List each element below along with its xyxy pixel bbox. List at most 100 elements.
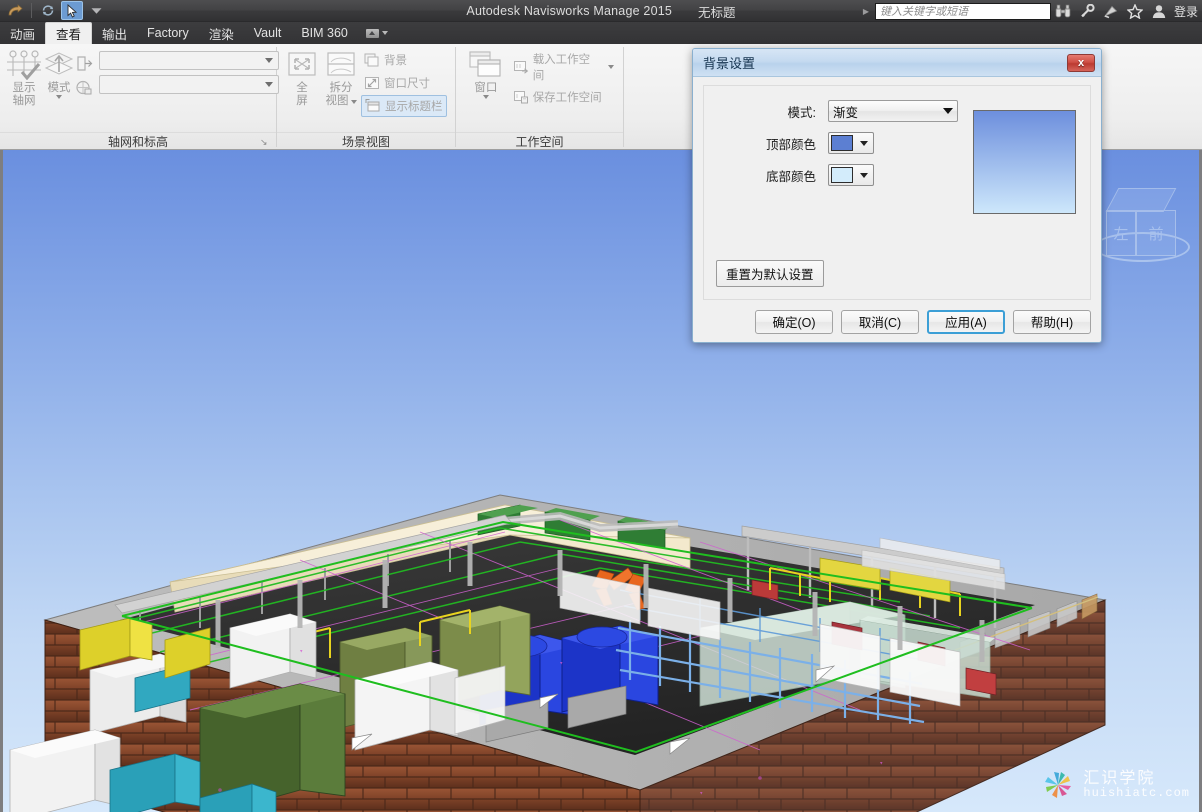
level-above-icon[interactable]	[76, 55, 93, 72]
background-icon	[364, 52, 380, 68]
level-above-combo-arrow-icon	[265, 58, 273, 63]
load-workspace-button[interactable]: 载入工作空间	[510, 54, 617, 82]
grids-levels-dialog-launcher-icon[interactable]: ↘	[260, 137, 270, 147]
user-icon[interactable]	[1147, 0, 1171, 22]
grid-display-button[interactable]: 显示 轴网	[6, 48, 42, 108]
top-color-chevron-down-icon[interactable]	[860, 140, 868, 146]
tab-bim360[interactable]: BIM 360	[291, 22, 358, 44]
background-preview	[973, 110, 1076, 214]
grid-mode-button[interactable]: 模式	[42, 48, 76, 99]
top-color-label: 顶部颜色	[765, 137, 816, 152]
chevron-down-icon	[943, 108, 953, 114]
background-label: 背景	[384, 55, 407, 67]
apply-button[interactable]: 应用(A)	[927, 309, 1005, 334]
level-above-combo[interactable]	[99, 51, 279, 70]
mode-label: 模式:	[787, 105, 816, 120]
ribbon-minimize-icon	[365, 28, 379, 38]
windows-dropdown-icon[interactable]	[482, 95, 489, 99]
dialog-footer: 确定(O) 取消(C) 应用(A) 帮助(H)	[703, 300, 1091, 334]
bottom-color-chevron-down-icon[interactable]	[860, 172, 868, 178]
windows-button[interactable]: 窗口	[462, 48, 510, 99]
tab-view[interactable]: 查看	[45, 22, 93, 44]
key-icon[interactable]	[1075, 0, 1099, 22]
level-below-icon[interactable]	[76, 79, 93, 96]
tab-vault[interactable]: Vault	[244, 22, 292, 44]
document-title: 无标题	[698, 5, 736, 20]
reset-defaults-button[interactable]: 重置为默认设置	[716, 260, 824, 287]
ribbon-group-workspace: 窗口 载入工作空间 保存工作空间 工作空间	[456, 44, 623, 150]
infocenter: ▶ 键入关键字或短语 登录	[861, 0, 1202, 22]
show-title-bar-button[interactable]: 显示标题栏	[361, 95, 447, 117]
tab-factory[interactable]: Factory	[137, 22, 199, 44]
binoculars-icon[interactable]	[1051, 0, 1075, 22]
search-input[interactable]: 键入关键字或短语	[874, 2, 1051, 20]
view-cube-face-top[interactable]	[1105, 188, 1177, 212]
grid-display-icon	[6, 50, 42, 80]
grid-mode-icon	[42, 50, 76, 80]
close-icon[interactable]: x	[1067, 53, 1095, 72]
split-view-label-2: 视图	[325, 95, 349, 107]
qat-dropdown-icon[interactable]	[85, 1, 107, 20]
workspace-label-text: 工作空间	[515, 135, 564, 149]
fullscreen-button[interactable]: 全 屏	[283, 48, 321, 108]
grid-mode-dropdown-icon[interactable]	[56, 95, 62, 99]
ok-button[interactable]: 确定(O)	[755, 309, 833, 334]
watermark-en: huishiatc.com	[1083, 786, 1190, 801]
top-color-picker[interactable]	[828, 132, 874, 154]
tab-output[interactable]: 输出	[92, 22, 137, 44]
view-cube[interactable]: 左 前	[1088, 174, 1196, 286]
tab-animation[interactable]: 动画	[0, 22, 45, 44]
save-workspace-icon	[513, 89, 529, 105]
application-title: Autodesk Navisworks Manage 2015	[466, 4, 673, 18]
view-cube-face-left[interactable]: 左	[1106, 210, 1136, 256]
load-workspace-label: 载入工作空间	[532, 54, 591, 82]
ribbon-group-grids-levels: 显示 轴网 模式 轴网和标高 ↘	[0, 44, 279, 150]
tab-render[interactable]: 渲染	[199, 22, 244, 44]
grid-display-label-2: 轴网	[12, 95, 36, 107]
load-workspace-dropdown-icon[interactable]	[608, 65, 614, 69]
watermark-cn: 汇识学院	[1083, 769, 1156, 787]
mode-select[interactable]: 渐变	[828, 100, 958, 122]
ribbon-minimize-chevron-icon	[381, 31, 388, 35]
windows-icon	[467, 50, 505, 80]
show-title-bar-icon	[365, 98, 381, 114]
signin-label[interactable]: 登录	[1171, 3, 1200, 20]
view-cube-body[interactable]: 左 前	[1105, 188, 1177, 258]
bottom-color-label: 底部颜色	[765, 169, 816, 184]
view-cube-face-front[interactable]: 前	[1136, 210, 1176, 256]
dialog-title-bar[interactable]: 背景设置 x	[693, 49, 1101, 77]
ribbon-group-label-scene-view: 场景视图	[277, 132, 455, 150]
ribbon-group-label-workspace: 工作空间	[456, 132, 623, 150]
qat-separator-1	[31, 3, 32, 18]
background-button[interactable]: 背景	[361, 49, 447, 71]
top-color-swatch	[831, 135, 853, 151]
star-icon[interactable]	[1123, 0, 1147, 22]
load-workspace-icon	[513, 59, 529, 75]
satellite-dish-icon[interactable]	[1099, 0, 1123, 22]
split-view-dropdown-icon[interactable]	[350, 99, 357, 104]
split-view-icon	[325, 50, 357, 80]
window-size-button[interactable]: 窗口尺寸	[361, 72, 447, 94]
select-cursor-icon[interactable]	[61, 1, 83, 20]
window-size-label: 窗口尺寸	[384, 78, 430, 90]
refresh-icon[interactable]	[37, 1, 59, 20]
bottom-color-picker[interactable]	[828, 164, 874, 186]
mode-select-value: 渐变	[833, 105, 859, 120]
split-view-button[interactable]: 拆分 视图	[321, 48, 361, 108]
fullscreen-label-2: 屏	[296, 95, 308, 107]
redo-icon[interactable]	[4, 1, 26, 20]
ribbon-minimize-button[interactable]	[358, 22, 396, 44]
watermark-logo-icon	[1041, 768, 1075, 802]
save-workspace-label: 保存工作空间	[532, 92, 602, 104]
save-workspace-button[interactable]: 保存工作空间	[510, 86, 617, 108]
grids-levels-label-text: 轴网和标高	[107, 135, 168, 149]
level-below-combo[interactable]	[99, 75, 279, 94]
dialog-body: 模式: 渐变 顶部颜色 底部颜色 重置为默认设置 确定(O) 取消(C) 应用(…	[693, 77, 1101, 344]
help-button[interactable]: 帮助(H)	[1013, 309, 1091, 334]
background-settings-dialog[interactable]: 背景设置 x 模式: 渐变 顶部颜色 底部颜色 重置为默认设置 确定(O) 取消…	[692, 48, 1102, 343]
infocenter-expand-icon[interactable]: ▶	[861, 7, 875, 16]
cancel-button[interactable]: 取消(C)	[841, 309, 919, 334]
show-title-bar-label: 显示标题栏	[385, 101, 443, 113]
fullscreen-icon	[286, 50, 318, 80]
bottom-color-swatch	[831, 167, 853, 183]
